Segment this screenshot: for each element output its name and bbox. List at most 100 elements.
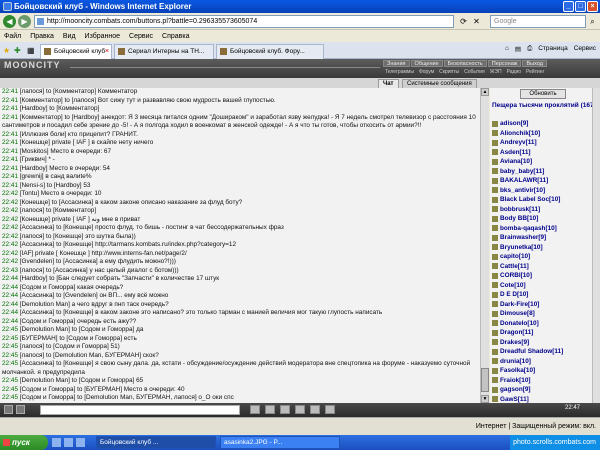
home-icon[interactable]: ⌂ — [505, 45, 509, 53]
print-icon[interactable]: ⎙ — [527, 45, 532, 53]
clear-icon[interactable] — [265, 405, 275, 414]
menu-view[interactable]: Вид — [63, 33, 76, 40]
add-favorite-icon[interactable]: ✚ — [14, 46, 21, 55]
message-text[interactable]: [Ассасинка] to [Конешце] я свою сыну дал… — [2, 360, 470, 376]
stop-icon[interactable]: ✕ — [471, 15, 482, 28]
user-name[interactable]: Donatelo[10] — [500, 319, 539, 329]
user-list-item[interactable]: Aviana[10] — [492, 157, 592, 167]
forward-button[interactable]: ▶ — [18, 15, 31, 28]
message-text[interactable]: [Содом и Гоморра] to [Demolution Man, БУ… — [20, 394, 234, 401]
user-list-item[interactable]: Andreyv[11] — [492, 138, 592, 148]
user-name[interactable]: Bryunetka[10] — [500, 243, 543, 253]
user-list-item[interactable]: GawS[11] — [492, 395, 592, 404]
nav-events[interactable]: События — [462, 69, 487, 76]
tab-list-icon[interactable]: ▦ — [27, 46, 35, 55]
message-text[interactable]: [Конешце] private [ IAF ] в скайпе нету … — [20, 139, 154, 146]
nav-zhep[interactable]: ЖЭП — [488, 69, 504, 76]
user-list-item[interactable]: CORBI[10] — [492, 271, 592, 281]
user-list-item[interactable]: Dimouse[8] — [492, 309, 592, 319]
user-list-item[interactable]: capito[10] — [492, 252, 592, 262]
user-name[interactable]: GawS[11] — [500, 395, 529, 404]
nav-telegrams[interactable]: Телеграммы — [383, 69, 416, 76]
message-text[interactable]: [Ассасинка] to [Конешце] просто флуд. то… — [20, 224, 284, 231]
user-list-item[interactable]: Bryunetka[10] — [492, 243, 592, 253]
user-list-item[interactable]: Brainwasher[9] — [492, 233, 592, 243]
user-list-item[interactable]: bomba-qaqash[10] — [492, 224, 592, 234]
nav-rating[interactable]: Рейтинг — [524, 69, 546, 76]
nav-knowledge[interactable]: Знания — [383, 60, 410, 67]
nav-security[interactable]: Безопасность — [443, 60, 487, 67]
user-list-item[interactable]: drunia[10] — [492, 357, 592, 367]
browser-tab-forum[interactable]: Бойцовский клуб. Фору... — [216, 44, 324, 59]
close-window-button[interactable]: × — [587, 1, 598, 12]
filter-icon[interactable] — [280, 405, 290, 414]
chat-mode-icon[interactable] — [4, 405, 13, 414]
message-text[interactable]: [лапося] to [Содом и Гоморра] 51) — [20, 343, 120, 350]
message-text[interactable]: [Moskitos] Место в очереди: 67 — [20, 148, 111, 155]
user-name[interactable]: drunia[10] — [500, 357, 531, 367]
nav-radio[interactable]: Радио — [505, 69, 523, 76]
minimize-button[interactable]: _ — [563, 1, 574, 12]
message-text[interactable]: [Demolution Man] а чего вдруг в пнп таск… — [20, 301, 169, 308]
user-list-item[interactable]: gagson[9] — [492, 385, 592, 395]
message-text[interactable]: [Конешце] private [ IAF ] ونه мне в прив… — [20, 216, 140, 223]
user-list-item[interactable]: adison[9] — [492, 119, 592, 129]
refresh-users-button[interactable]: Обновить — [520, 89, 566, 99]
message-text[interactable]: [лапося] to [Demolution Man, БУГЕРМАН] с… — [20, 352, 159, 359]
emoticons-icon[interactable] — [310, 405, 320, 414]
user-list-item[interactable]: Drakes[9] — [492, 338, 592, 348]
user-name[interactable]: baby_baby[11] — [500, 167, 544, 177]
user-name[interactable]: capito[10] — [500, 252, 530, 262]
user-list-item[interactable]: Fasolka[10] — [492, 366, 592, 376]
user-list-item[interactable]: Fraiok[10] — [492, 376, 592, 386]
user-name[interactable]: bks_antivir[10] — [500, 186, 545, 196]
user-name[interactable]: adison[9] — [500, 119, 528, 129]
message-text[interactable]: [Hardboy] to [Бан следует собрать "Запча… — [20, 275, 219, 282]
user-name[interactable]: Brainwasher[9] — [500, 233, 546, 243]
user-list-item[interactable]: bks_antivir[10] — [492, 186, 592, 196]
user-name[interactable]: Fraiok[10] — [500, 376, 531, 386]
chat-scrollbar[interactable]: ▲ ▼ — [480, 88, 489, 403]
tools-menu[interactable]: Сервис — [574, 45, 596, 53]
nav-scripts[interactable]: Скрипты — [437, 69, 461, 76]
user-list-item[interactable]: Dark-Fire[10] — [492, 300, 592, 310]
user-name[interactable]: Dreadful Shadow[11] — [500, 347, 563, 357]
address-input[interactable]: http://mooncity.combats.com/buttons.pl?b… — [34, 15, 454, 28]
message-text[interactable]: [БУГЕРМАН] to [Содом и Гоморра] есть — [20, 335, 137, 342]
translit-icon[interactable] — [295, 405, 305, 414]
message-text[interactable]: [Содом и Гоморра] очередь есть ажу?? — [20, 318, 136, 325]
message-text[interactable]: [Иллюзия боли] кто прицепит? ГРАНИТ. — [20, 131, 138, 138]
message-text[interactable]: [лапося] to [Комментатор] — [20, 207, 96, 214]
settings-icon[interactable] — [325, 405, 335, 414]
page-menu[interactable]: Страница — [538, 45, 567, 53]
tab-chat[interactable]: Чат — [378, 79, 399, 88]
message-text[interactable]: [IAF] private [ Конешце ] http://www.int… — [20, 250, 187, 257]
user-name[interactable]: Dragon[11] — [500, 328, 533, 338]
user-list-item[interactable]: bobbrusk[11] — [492, 205, 592, 215]
user-name[interactable]: Dark-Fire[10] — [500, 300, 539, 310]
menu-favorites[interactable]: Избранное — [85, 33, 120, 40]
user-list-item[interactable]: Asden[11] — [492, 148, 592, 158]
feeds-icon[interactable]: ▤ — [515, 45, 521, 53]
quicklaunch-desktop-icon[interactable] — [64, 438, 73, 447]
message-text[interactable]: [Demolution Man] to [Содом и Гоморра] да — [20, 326, 144, 333]
user-name[interactable]: Dimouse[8] — [500, 309, 535, 319]
user-name[interactable]: gagson[9] — [500, 385, 531, 395]
user-name[interactable]: D E D[10] — [500, 290, 528, 300]
user-list-item[interactable]: Cote[10] — [492, 281, 592, 291]
menu-edit[interactable]: Правка — [30, 33, 54, 40]
user-name[interactable]: BAKALAWR[11] — [500, 176, 548, 186]
user-list-item[interactable]: Black Label Soc[10] — [492, 195, 592, 205]
user-list-scrollbar[interactable] — [592, 88, 600, 403]
user-list-item[interactable]: D E D[10] — [492, 290, 592, 300]
back-button[interactable]: ◀ — [3, 15, 16, 28]
user-name[interactable]: Fasolka[10] — [500, 366, 535, 376]
scroll-up-icon[interactable]: ▲ — [481, 88, 489, 96]
message-text[interactable]: [Hardboy] to [Комментатор] — [20, 105, 100, 112]
message-text[interactable]: [Содом и Гоморра] какая очередь? — [20, 284, 123, 291]
message-text[interactable]: [Конешце] to [Ассасинка] в каком законе … — [20, 199, 242, 206]
message-text[interactable]: [лапося] to [Ассасинка] у нас целый диал… — [20, 267, 179, 274]
message-text[interactable]: [Nensi-s] to [Hardboy] 53 — [20, 182, 91, 189]
nav-exit[interactable]: Выход — [522, 60, 547, 67]
tab-system-messages[interactable]: Системные сообщения — [402, 79, 477, 88]
